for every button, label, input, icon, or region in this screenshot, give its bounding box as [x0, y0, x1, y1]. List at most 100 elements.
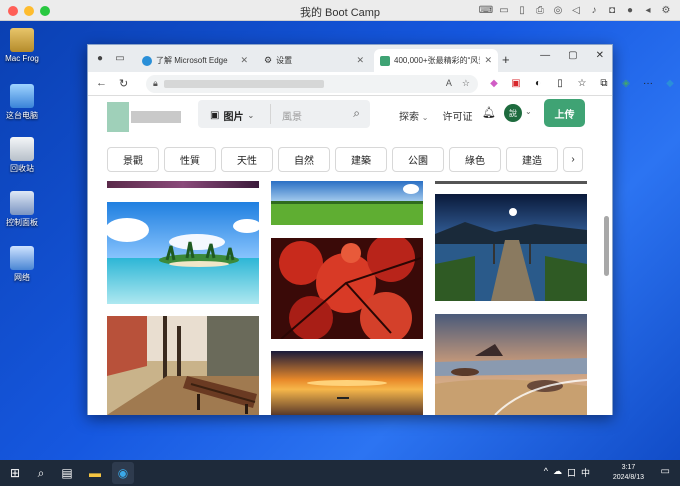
- close-tab-icon[interactable]: ✕: [484, 55, 492, 66]
- usb-icon[interactable]: ▭: [498, 3, 510, 17]
- category-bar: 景觀 性質 天性 自然 建築 公園 綠色 建造 ›: [107, 147, 583, 172]
- green-field-photo: [271, 181, 423, 225]
- volume-icon[interactable]: ◁: [570, 3, 582, 17]
- printer-icon[interactable]: ⎙: [534, 3, 546, 17]
- camera-icon[interactable]: ◘: [606, 3, 618, 17]
- recycle-bin-icon: [10, 137, 34, 161]
- back-icon[interactable]: ◂: [642, 3, 654, 17]
- extensions-icon[interactable]: ◈: [620, 77, 632, 89]
- page-scrollbar[interactable]: [604, 216, 609, 276]
- category-chip[interactable]: 綠色: [449, 147, 501, 172]
- windows-start-icon[interactable]: ⊞: [6, 464, 24, 482]
- photo-tile[interactable]: [107, 316, 259, 415]
- favorites-icon[interactable]: ☆: [576, 77, 588, 89]
- split-screen-icon[interactable]: ▯: [554, 77, 566, 89]
- next-category-button[interactable]: ›: [563, 147, 583, 172]
- drive-icon[interactable]: ▯: [516, 3, 528, 17]
- tracking-icon[interactable]: ◐: [532, 77, 544, 89]
- photo-tile[interactable]: [271, 181, 423, 225]
- back-arrow-icon[interactable]: ←: [96, 77, 107, 90]
- mic-icon[interactable]: ♪: [588, 3, 600, 17]
- desktop-icon-computer[interactable]: 这台电脑: [2, 84, 42, 121]
- category-chip[interactable]: 建造: [506, 147, 558, 172]
- profile-icon[interactable]: ●: [94, 52, 106, 64]
- record-icon[interactable]: ●: [624, 3, 636, 17]
- chevron-up-icon[interactable]: ^: [544, 466, 548, 479]
- new-tab-icon[interactable]: +: [502, 52, 510, 67]
- category-chip[interactable]: 天性: [221, 147, 273, 172]
- notification-icon[interactable]: ▭: [661, 466, 670, 477]
- control-panel-icon: [10, 191, 34, 215]
- refresh-icon[interactable]: ↻: [119, 77, 128, 90]
- read-aloud-icon[interactable]: A: [446, 78, 452, 89]
- chevron-down-icon: ⌄: [247, 111, 255, 120]
- extension-icons: ◆ ▣ ◐ ▯ ☆ ⧉ ◈ ··· ◆: [488, 77, 676, 89]
- rocky-beach-photo: [435, 314, 587, 415]
- address-bar[interactable]: 🔒︎ A ☆: [146, 75, 478, 93]
- photo-tile[interactable]: [107, 202, 259, 304]
- photo-tile[interactable]: [435, 194, 587, 301]
- desktop-icon-control[interactable]: 控制面板: [2, 191, 42, 228]
- upload-button[interactable]: 上传: [544, 99, 585, 127]
- taskbar: ⊞ ⌕ ▤ ▬ ◉ ^ ☁ 口 中 3:17 2024/8/13 ▭: [0, 460, 680, 486]
- display-icon[interactable]: 口: [567, 466, 576, 479]
- sunset-sea-photo: [271, 351, 423, 415]
- search-icon[interactable]: ⌕: [353, 106, 360, 121]
- computer-icon: [10, 84, 34, 108]
- close-tab-icon[interactable]: ✕: [356, 55, 364, 66]
- chevron-down-icon[interactable]: ⌄: [525, 107, 532, 116]
- image-icon: ▣: [210, 110, 220, 121]
- network-icon[interactable]: ◎: [552, 3, 564, 17]
- category-chip[interactable]: 性質: [164, 147, 216, 172]
- tab-actions-icon[interactable]: ▭: [114, 52, 126, 64]
- close-tab-icon[interactable]: ✕: [240, 55, 248, 66]
- bell-icon[interactable]: 🔔︎: [482, 106, 496, 119]
- maximize-icon[interactable]: ▢: [568, 50, 577, 61]
- nav-explore[interactable]: 探索 ⌄: [399, 108, 428, 123]
- settings-icon[interactable]: ⚙: [660, 3, 672, 17]
- onedrive-icon[interactable]: ☁: [553, 466, 562, 479]
- photo-tile[interactable]: [107, 181, 259, 188]
- edge-taskbar-icon[interactable]: ◉: [112, 462, 134, 484]
- lock-icon: 🔒︎: [153, 78, 158, 88]
- close-window-icon[interactable]: ✕: [596, 50, 604, 61]
- desktop-icon-recycle[interactable]: 回收站: [2, 137, 42, 174]
- site-logo[interactable]: [107, 102, 182, 132]
- task-view-icon[interactable]: ▤: [58, 464, 76, 482]
- tab-settings[interactable]: ⚙ 设置 ✕: [258, 49, 370, 72]
- search-input[interactable]: 風景: [282, 108, 302, 123]
- ime-indicator[interactable]: 中: [581, 466, 590, 479]
- copilot-icon[interactable]: ◆: [664, 77, 676, 89]
- copilot-extension-icon[interactable]: ◆: [488, 77, 500, 89]
- photo-tile[interactable]: [435, 314, 587, 415]
- collections-icon[interactable]: ⧉: [598, 77, 610, 89]
- photo-tile[interactable]: [435, 181, 587, 184]
- address-bar-row: ← ↻ 🔒︎ A ☆ ◆ ▣ ◐ ▯ ☆ ⧉ ◈ ··· ◆: [88, 72, 674, 96]
- red-extension-icon[interactable]: ▣: [510, 77, 522, 89]
- clock[interactable]: 3:17 2024/8/13: [613, 463, 644, 483]
- category-chip[interactable]: 景觀: [107, 147, 159, 172]
- category-chip[interactable]: 公園: [392, 147, 444, 172]
- photo-tile[interactable]: [271, 238, 423, 339]
- system-tray: ^ ☁ 口 中: [544, 466, 590, 479]
- search-type-select[interactable]: ▣ 图片 ⌄: [210, 108, 254, 123]
- lake-pier-photo: [435, 194, 587, 301]
- search-bar[interactable]: ▣ 图片 ⌄ 風景 ⌕: [198, 100, 370, 128]
- desktop-icon-user[interactable]: Mac Frog: [2, 28, 42, 63]
- minimize-icon[interactable]: —: [540, 50, 550, 61]
- desktop-icon-network[interactable]: 网络: [2, 246, 42, 283]
- file-explorer-icon[interactable]: ▬: [86, 464, 104, 482]
- keyboard-icon[interactable]: ⌨: [479, 3, 493, 17]
- photo-tile[interactable]: [271, 351, 423, 415]
- category-chip[interactable]: 建築: [335, 147, 387, 172]
- more-menu-icon[interactable]: ···: [642, 77, 654, 89]
- search-icon[interactable]: ⌕: [32, 464, 50, 482]
- avatar[interactable]: 說: [504, 104, 522, 122]
- user-folder-icon: [10, 28, 34, 52]
- favorite-star-icon[interactable]: ☆: [462, 78, 470, 89]
- category-chip[interactable]: 自然: [278, 147, 330, 172]
- tab-learn-edge[interactable]: 了解 Microsoft Edge ✕: [136, 49, 254, 72]
- site-favicon-icon: [380, 55, 390, 66]
- tab-landscape[interactable]: 400,000+张最精彩的“风景” ✕: [374, 49, 498, 72]
- nav-license[interactable]: 许可证: [442, 108, 472, 123]
